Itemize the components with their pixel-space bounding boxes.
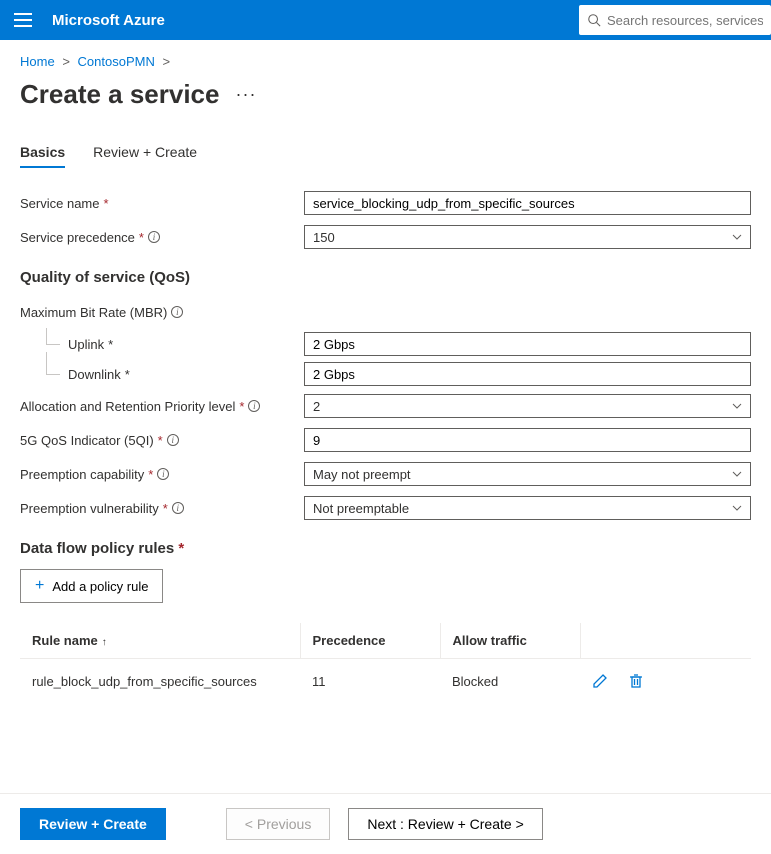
delete-icon[interactable] [628, 673, 644, 689]
chevron-down-icon [732, 469, 742, 479]
sort-asc-icon: ↑ [102, 637, 107, 648]
chevron-right-icon: > [62, 54, 70, 69]
page-title: Create a service [20, 79, 219, 110]
uplink-label: Uplink* [68, 337, 304, 352]
review-create-button[interactable]: Review + Create [20, 808, 166, 840]
search-icon [587, 13, 601, 27]
info-icon[interactable]: i [148, 231, 160, 243]
tabs: Basics Review + Create [20, 138, 751, 169]
plus-icon: + [35, 577, 44, 595]
tab-review-create[interactable]: Review + Create [93, 138, 197, 168]
fiveqi-input[interactable] [304, 428, 751, 452]
info-icon[interactable]: i [171, 306, 183, 318]
next-button[interactable]: Next : Review + Create > [348, 808, 542, 840]
breadcrumb-contosopmn[interactable]: ContosoPMN [78, 54, 155, 69]
cell-rule-name: rule_block_udp_from_specific_sources [20, 659, 300, 704]
info-icon[interactable]: i [167, 434, 179, 446]
search-input[interactable] [607, 13, 763, 28]
breadcrumb: Home > ContosoPMN > [20, 54, 751, 69]
topbar: Microsoft Azure [0, 0, 771, 40]
service-precedence-select[interactable]: 150 [304, 225, 751, 249]
fiveqi-label: 5G QoS Indicator (5QI)* i [20, 433, 304, 448]
preempt-cap-select[interactable]: May not preempt [304, 462, 751, 486]
service-name-label: Service name* [20, 196, 304, 211]
cell-allow: Blocked [440, 659, 580, 704]
uplink-input[interactable] [304, 332, 751, 356]
arp-label: Allocation and Retention Priority level*… [20, 399, 304, 414]
col-allow-traffic[interactable]: Allow traffic [440, 623, 580, 659]
chevron-down-icon [732, 401, 742, 411]
preempt-vuln-label: Preemption vulnerability* i [20, 501, 304, 516]
chevron-right-icon: > [162, 54, 170, 69]
tree-line [40, 362, 68, 386]
edit-icon[interactable] [592, 673, 608, 689]
info-icon[interactable]: i [172, 502, 184, 514]
preempt-vuln-select[interactable]: Not preemptable [304, 496, 751, 520]
table-row: rule_block_udp_from_specific_sources 11 … [20, 659, 751, 704]
qos-section-title: Quality of service (QoS) [20, 269, 751, 286]
menu-icon[interactable] [14, 13, 32, 27]
brand-label: Microsoft Azure [52, 12, 165, 29]
cell-precedence: 11 [300, 659, 440, 704]
footer: Review + Create < Previous Next : Review… [0, 793, 771, 854]
add-policy-rule-button[interactable]: + Add a policy rule [20, 569, 163, 603]
rules-table: Rule name↑ Precedence Allow traffic rule… [20, 623, 751, 703]
chevron-down-icon [732, 232, 742, 242]
col-precedence[interactable]: Precedence [300, 623, 440, 659]
preempt-cap-label: Preemption capability* i [20, 467, 304, 482]
service-precedence-label: Service precedence* i [20, 230, 304, 245]
more-actions-icon[interactable]: ··· [235, 84, 256, 105]
chevron-down-icon [732, 503, 742, 513]
arp-select[interactable]: 2 [304, 394, 751, 418]
tree-line [40, 332, 68, 356]
info-icon[interactable]: i [248, 400, 260, 412]
info-icon[interactable]: i [157, 468, 169, 480]
col-rule-name[interactable]: Rule name↑ [20, 623, 300, 659]
previous-button: < Previous [226, 808, 331, 840]
mbr-label: Maximum Bit Rate (MBR) i [20, 305, 304, 320]
tab-basics[interactable]: Basics [20, 138, 65, 168]
downlink-input[interactable] [304, 362, 751, 386]
col-actions [580, 623, 751, 659]
service-name-input[interactable] [304, 191, 751, 215]
global-search[interactable] [579, 5, 771, 35]
breadcrumb-home[interactable]: Home [20, 54, 55, 69]
downlink-label: Downlink* [68, 367, 304, 382]
rules-section-title: Data flow policy rules * [20, 540, 751, 557]
